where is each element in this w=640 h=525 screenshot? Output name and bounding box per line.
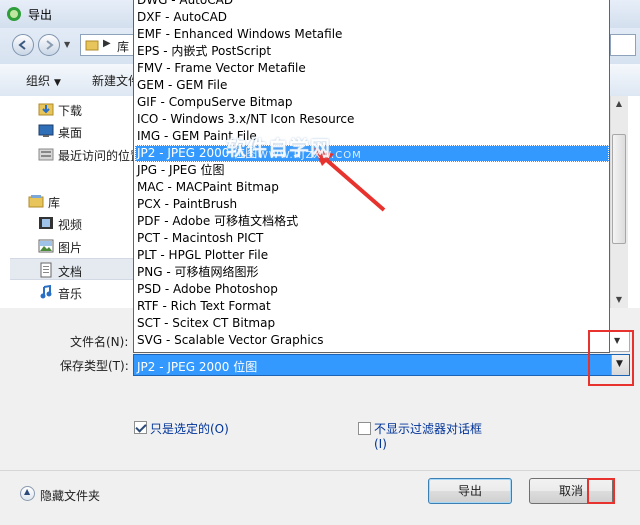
hide-folders-label: 隐藏文件夹 bbox=[40, 489, 101, 503]
pictures-icon bbox=[38, 239, 54, 253]
no-filter-dialog-accesskey[interactable]: (I) bbox=[374, 437, 387, 451]
documents-icon bbox=[40, 262, 52, 278]
filetype-value: JP2 - JPEG 2000 位图 bbox=[137, 360, 258, 374]
nav-label: 视频 bbox=[58, 218, 83, 232]
history-dropdown-icon[interactable]: ▼ bbox=[64, 40, 70, 49]
scroll-thumb[interactable] bbox=[612, 134, 626, 244]
dropdown-option[interactable]: EMF - Enhanced Windows Metafile bbox=[135, 26, 609, 43]
nav-label: 最近访问的位置 bbox=[58, 149, 143, 163]
downloads-folder-icon bbox=[38, 103, 54, 116]
watermark-url: WWW.RJZXW.COM bbox=[258, 150, 362, 161]
annotation-highlight-box-cancel bbox=[587, 478, 615, 504]
nav-label: 文档 bbox=[58, 265, 83, 279]
nav-item-videos[interactable]: 视频 bbox=[0, 212, 133, 234]
dropdown-option[interactable]: GEM - GEM File bbox=[135, 77, 609, 94]
filetype-label: 保存类型(T): bbox=[60, 359, 129, 373]
libraries-icon bbox=[28, 195, 44, 208]
file-list[interactable]: ▲ ▼ bbox=[607, 96, 640, 308]
filetype-select[interactable]: JP2 - JPEG 2000 位图 ▼ bbox=[133, 354, 630, 376]
back-arrow-icon bbox=[18, 40, 26, 50]
dropdown-option[interactable]: PSD - Adobe Photoshop bbox=[135, 281, 609, 298]
organize-label: 组织 bbox=[26, 74, 51, 88]
selected-only-checkbox[interactable] bbox=[134, 421, 147, 434]
nav-label: 图片 bbox=[58, 241, 83, 255]
back-button[interactable] bbox=[12, 34, 34, 56]
chevron-down-icon: ▼ bbox=[54, 78, 61, 88]
dropdown-option[interactable]: ICO - Windows 3.x/NT Icon Resource bbox=[135, 111, 609, 128]
footer-divider bbox=[0, 470, 640, 471]
music-icon bbox=[40, 284, 52, 299]
desktop-icon bbox=[38, 124, 54, 137]
chevron-up-icon: ▲ bbox=[20, 486, 35, 501]
nav-item-downloads[interactable]: 下载 bbox=[0, 98, 133, 120]
dropdown-option[interactable]: FMV - Frame Vector Metafile bbox=[135, 60, 609, 77]
navigation-pane: 下载 桌面 最近访问的位置 库 视频 图片 文档 音乐 bbox=[0, 96, 142, 308]
organize-menu[interactable]: 组织 ▼ bbox=[26, 72, 61, 89]
dropdown-option[interactable]: RTF - Rich Text Format bbox=[135, 298, 609, 315]
breadcrumb-library[interactable]: 库 bbox=[117, 38, 129, 55]
forward-arrow-icon bbox=[46, 40, 54, 50]
filename-label: 文件名(N): bbox=[70, 335, 129, 349]
export-dialog: 导出 ▼ ▶ 库 组织 ▼ 新建文件夹 下载 桌面 最近访问的位置 库 视频 图… bbox=[0, 0, 640, 525]
dropdown-option[interactable]: SCT - Scitex CT Bitmap bbox=[135, 315, 609, 332]
nav-label: 桌面 bbox=[58, 126, 83, 140]
videos-icon bbox=[39, 217, 53, 229]
vertical-scrollbar[interactable]: ▲ ▼ bbox=[610, 96, 628, 308]
selected-only-label[interactable]: 只是选定的(O) bbox=[150, 420, 229, 437]
nav-item-documents[interactable]: 文档 bbox=[10, 258, 133, 280]
no-filter-dialog-label[interactable]: 不显示过滤器对话框 bbox=[374, 420, 482, 437]
dropdown-option[interactable]: SVG - Scalable Vector Graphics bbox=[135, 332, 609, 349]
app-icon bbox=[7, 7, 21, 21]
breadcrumb-separator-icon: ▶ bbox=[103, 38, 111, 49]
search-box[interactable] bbox=[610, 34, 636, 56]
nav-label: 库 bbox=[48, 196, 61, 210]
folder-icon bbox=[85, 40, 99, 51]
nav-item-recent-places[interactable]: 最近访问的位置 bbox=[0, 143, 142, 165]
no-filter-dialog-checkbox[interactable] bbox=[358, 422, 371, 435]
dropdown-option[interactable]: DWG - AutoCAD bbox=[135, 0, 609, 9]
scroll-down-icon[interactable]: ▼ bbox=[612, 292, 626, 308]
dropdown-option[interactable]: PLT - HPGL Plotter File bbox=[135, 247, 609, 264]
address-bar[interactable]: ▶ 库 bbox=[80, 34, 136, 56]
annotation-highlight-box bbox=[588, 330, 634, 386]
nav-item-desktop[interactable]: 桌面 bbox=[0, 120, 133, 142]
forward-button[interactable] bbox=[38, 34, 60, 56]
dropdown-option[interactable]: PCT - Macintosh PICT bbox=[135, 230, 609, 247]
window-title: 导出 bbox=[28, 8, 53, 22]
export-button[interactable]: 导出 bbox=[428, 478, 512, 504]
recent-places-icon bbox=[38, 148, 54, 161]
nav-label: 下载 bbox=[58, 104, 83, 118]
dropdown-option[interactable]: GIF - CompuServe Bitmap bbox=[135, 94, 609, 111]
scroll-up-icon[interactable]: ▲ bbox=[612, 96, 626, 112]
nav-item-libraries[interactable]: 库 bbox=[0, 190, 133, 212]
dropdown-option[interactable]: EPS - 内嵌式 PostScript bbox=[135, 43, 609, 60]
nav-item-pictures[interactable]: 图片 bbox=[0, 235, 133, 257]
nav-item-music[interactable]: 音乐 bbox=[0, 281, 133, 303]
dropdown-option[interactable]: PNG - 可移植网络图形 bbox=[135, 264, 609, 281]
dropdown-option[interactable]: DXF - AutoCAD bbox=[135, 9, 609, 26]
nav-label: 音乐 bbox=[58, 287, 83, 301]
